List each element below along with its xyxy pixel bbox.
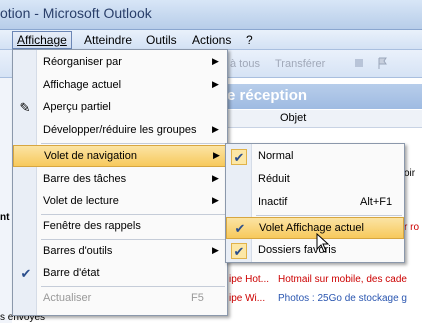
- row-fragment: oir: [404, 168, 416, 179]
- menu-separator: [41, 214, 225, 215]
- folder-header: e réception: [225, 84, 422, 109]
- menu-affichage[interactable]: Affichage: [12, 31, 72, 49]
- submenu-arrow-icon: ▶: [212, 245, 219, 255]
- menu-affichage-label: Affichage: [17, 33, 67, 47]
- submenu-item-reduit[interactable]: Réduit: [226, 169, 404, 191]
- submenu-separator: [256, 215, 402, 216]
- menu-item-label: Actualiser: [43, 292, 92, 304]
- submenu-item-label: Réduit: [258, 173, 290, 185]
- menu-bar: Affichage Atteindre Outils Actions ?: [0, 30, 422, 50]
- submenu-item-label: Normal: [258, 150, 294, 162]
- submenu-arrow-icon: ▶: [212, 56, 219, 66]
- menu-item-developper[interactable]: Développer/réduire les groupes ▶: [13, 120, 227, 142]
- menu-item-label: Volet de lecture: [43, 195, 119, 207]
- menu-item-label: Aperçu partiel: [43, 101, 111, 113]
- column-object[interactable]: Objet: [280, 112, 306, 124]
- mouse-cursor-icon: [316, 233, 330, 253]
- submenu-item-label: Inactif: [258, 196, 288, 208]
- row-fragment: r ro: [404, 222, 419, 233]
- submenu-item-label: Volet Affichage actuel: [259, 222, 364, 234]
- affichage-menu: Réorganiser par ▶ Affichage actuel ▶ ✎ A…: [12, 49, 228, 316]
- menu-item-reorganiser[interactable]: Réorganiser par ▶: [13, 52, 227, 74]
- menu-separator: [41, 286, 225, 287]
- menu-actions[interactable]: Actions: [188, 31, 235, 49]
- check-icon: ✔: [231, 149, 247, 165]
- menu-item-fenetre-rappels[interactable]: Fenêtre des rappels: [13, 216, 227, 238]
- categorize-icon[interactable]: [354, 57, 364, 69]
- mail-from[interactable]: ipe Hot...: [229, 274, 269, 285]
- menu-item-volet-navigation[interactable]: Volet de navigation ▶: [13, 145, 227, 167]
- submenu-arrow-icon: ▶: [213, 150, 220, 160]
- navigation-pane: [0, 78, 12, 323]
- check-icon: ✔: [234, 221, 246, 236]
- menu-separator: [41, 239, 225, 240]
- preview-icon: ✎: [19, 100, 31, 115]
- submenu-shortcut: Alt+F1: [360, 196, 393, 208]
- menu-item-barre-etat[interactable]: ✔ Barre d'état: [13, 263, 227, 285]
- menu-outils[interactable]: Outils: [142, 31, 181, 49]
- flag-icon[interactable]: [378, 57, 388, 69]
- submenu-arrow-icon: ▶: [212, 195, 219, 205]
- menu-item-label: Affichage actuel: [43, 79, 122, 91]
- menu-item-label: Barres d'outils: [43, 245, 113, 257]
- menu-shortcut: F5: [191, 292, 204, 304]
- menu-item-label: Développer/réduire les groupes: [43, 124, 197, 136]
- menu-item-label: Réorganiser par: [43, 56, 122, 68]
- menu-item-apercu-partiel[interactable]: ✎ Aperçu partiel: [13, 97, 227, 119]
- submenu-item-dossiers-favoris[interactable]: ✔ Dossiers favoris: [226, 240, 404, 262]
- submenu-item-inactif[interactable]: Inactif Alt+F1: [226, 192, 404, 214]
- volet-navigation-submenu: ✔ Normal Réduit Inactif Alt+F1 ✔ Volet A…: [225, 143, 405, 263]
- menu-item-label: Barre des tâches: [43, 173, 127, 185]
- submenu-arrow-icon: ▶: [212, 79, 219, 89]
- nav-fragment-1: nt: [0, 212, 10, 223]
- window-title: otion - Microsoft Outlook: [0, 5, 152, 21]
- forward-button[interactable]: Transférer: [275, 58, 325, 70]
- menu-item-affichage-actuel[interactable]: Affichage actuel ▶: [13, 75, 227, 97]
- folder-header-title: e réception: [227, 87, 308, 104]
- menu-item-actualiser[interactable]: Actualiser F5: [13, 288, 227, 310]
- menu-atteindre[interactable]: Atteindre: [80, 31, 136, 49]
- submenu-item-volet-affichage-actuel[interactable]: ✔ Volet Affichage actuel: [226, 217, 404, 239]
- check-icon: ✔: [231, 243, 247, 259]
- submenu-arrow-icon: ▶: [212, 173, 219, 183]
- reply-all-button[interactable]: à tous: [230, 58, 260, 70]
- mail-subject[interactable]: Photos : 25Go de stockage g: [278, 293, 407, 304]
- submenu-arrow-icon: ▶: [212, 124, 219, 134]
- menu-help[interactable]: ?: [242, 31, 257, 49]
- menu-separator: [41, 143, 225, 144]
- menu-item-label: Barre d'état: [43, 267, 100, 279]
- menu-item-label: Volet de navigation: [44, 150, 137, 162]
- menu-item-volet-lecture[interactable]: Volet de lecture ▶: [13, 191, 227, 213]
- check-icon: ✔: [20, 266, 32, 281]
- title-bar: otion - Microsoft Outlook: [0, 0, 422, 30]
- mail-subject[interactable]: Hotmail sur mobile, des cade: [278, 274, 407, 285]
- mail-from[interactable]: ipe Wi...: [229, 293, 265, 304]
- menu-item-barres-outils[interactable]: Barres d'outils ▶: [13, 241, 227, 263]
- menu-item-barre-taches[interactable]: Barre des tâches ▶: [13, 169, 227, 191]
- submenu-item-normal[interactable]: ✔ Normal: [226, 146, 404, 168]
- column-header: Objet: [225, 110, 422, 128]
- menu-item-label: Fenêtre des rappels: [43, 220, 141, 232]
